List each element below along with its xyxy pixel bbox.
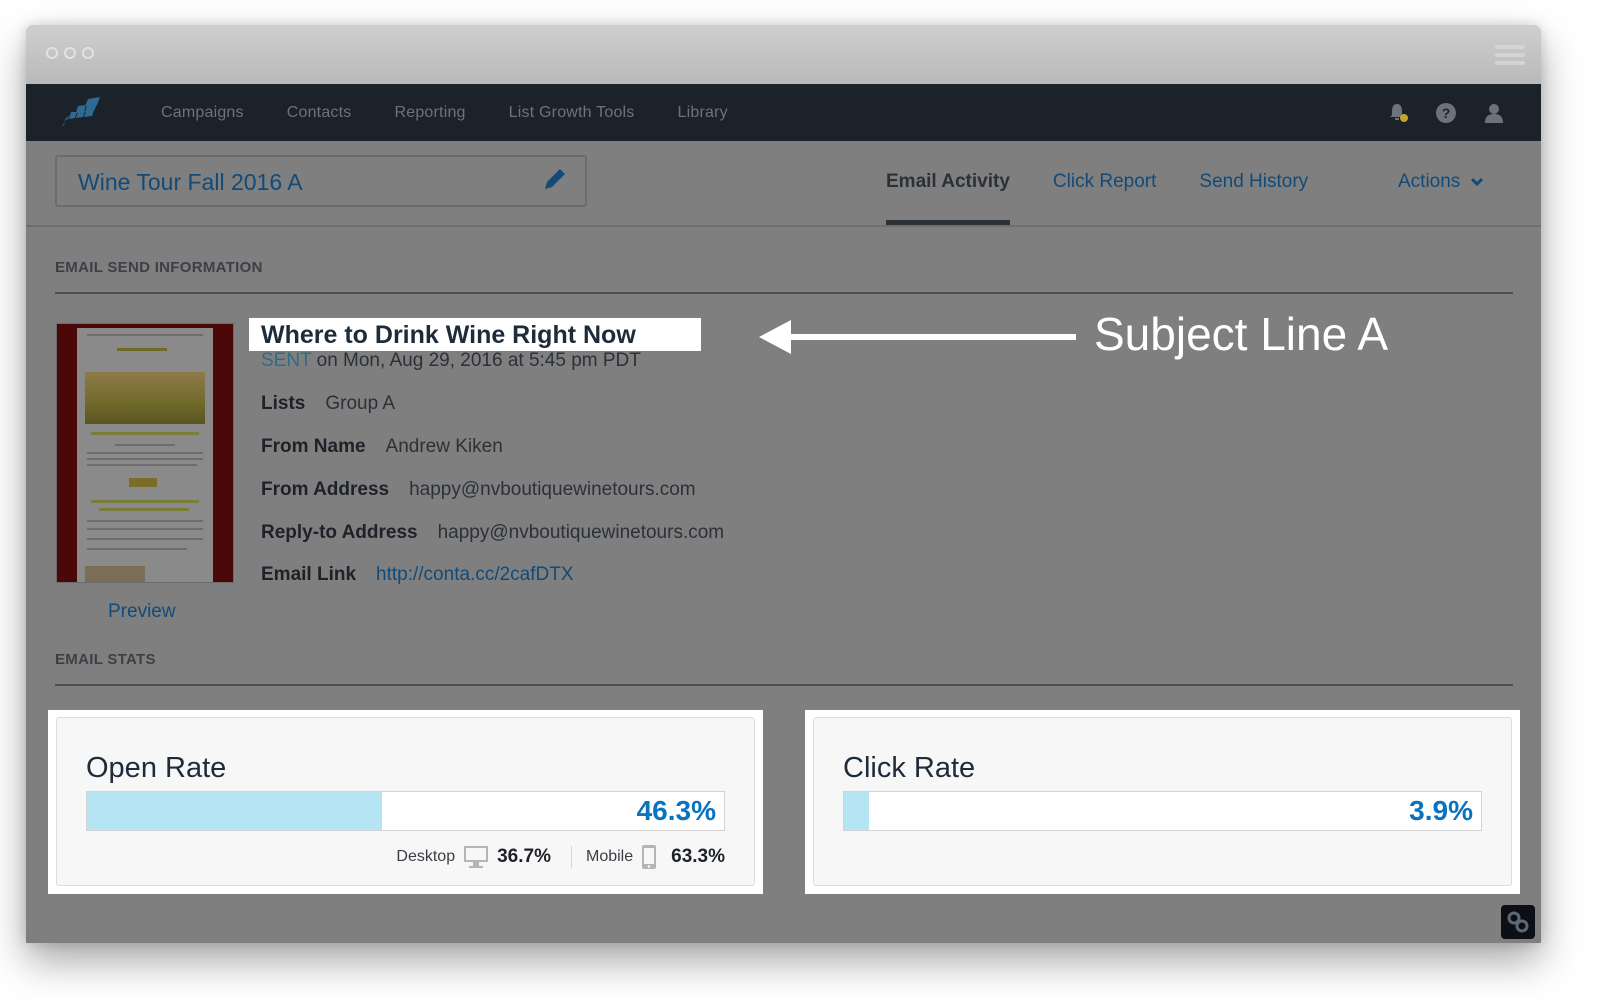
subject-line-highlight: Where to Drink Wine Right Now <box>249 318 701 351</box>
desktop-label: Desktop <box>396 848 456 865</box>
desktop-icon <box>464 846 489 868</box>
divider <box>570 846 572 868</box>
email-link[interactable]: http://conta.cc/2cafDTX <box>376 564 573 585</box>
sent-date: on Mon, Aug 29, 2016 at 5:45 pm PDT <box>311 350 641 371</box>
section-label-email-stats: EMAIL STATS <box>55 651 156 668</box>
click-rate-bar: 3.9% <box>843 791 1482 831</box>
nav-item-contacts[interactable]: Contacts <box>287 104 352 122</box>
annotation-label: Subject Line A <box>1094 308 1389 360</box>
click-rate-value: 3.9% <box>1409 795 1473 826</box>
divider <box>55 292 1513 294</box>
actions-dropdown[interactable]: Actions <box>1398 171 1484 193</box>
link-icon <box>1507 911 1529 933</box>
nav-item-list-growth-tools[interactable]: List Growth Tools <box>509 104 635 122</box>
device-breakdown: Desktop 36.7% Mobile 63.3% <box>396 844 725 870</box>
top-navigation: Campaigns Contacts Reporting List Growth… <box>26 84 1541 141</box>
chevron-down-icon <box>1471 177 1484 187</box>
window-titlebar <box>26 25 1541 84</box>
open-rate-value: 46.3% <box>636 795 716 826</box>
nav-item-library[interactable]: Library <box>678 104 728 122</box>
click-rate-title: Click Rate <box>843 752 976 784</box>
report-tabs: Email Activity Click Report Send History <box>886 141 1351 225</box>
thumbnail-photo <box>85 372 205 424</box>
actions-label: Actions <box>1398 171 1461 192</box>
bell-icon[interactable] <box>1387 102 1409 124</box>
click-rate-card: Click Rate 3.9% <box>805 710 1520 894</box>
help-icon[interactable]: ? <box>1435 102 1457 124</box>
app-window: Campaigns Contacts Reporting List Growth… <box>26 25 1541 943</box>
tab-click-report[interactable]: Click Report <box>1053 141 1156 193</box>
pencil-icon[interactable] <box>543 167 567 191</box>
info-row-email-link: Email Link http://conta.cc/2cafDTX <box>261 564 574 585</box>
open-rate-bar-fill <box>87 792 382 830</box>
window-controls <box>46 47 94 59</box>
nav-item-reporting[interactable]: Reporting <box>394 104 465 122</box>
subject-line: Where to Drink Wine Right Now <box>261 321 636 349</box>
minimize-window-button[interactable] <box>64 47 76 59</box>
open-rate-card: Open Rate 46.3% Desktop 36.7% Mobile 63.… <box>48 710 763 894</box>
annotation-arrow-icon <box>759 320 1076 354</box>
info-row-reply-to-address: Reply-to Address happy@nvboutiquewinetour… <box>261 522 725 543</box>
section-label-send-info: EMAIL SEND INFORMATION <box>55 259 263 276</box>
logo-icon[interactable] <box>60 97 106 127</box>
email-thumbnail[interactable] <box>56 323 234 583</box>
user-icon[interactable] <box>1483 102 1505 124</box>
open-rate-bar: 46.3% <box>86 791 725 831</box>
desktop-value: 36.7% <box>497 846 551 867</box>
close-window-button[interactable] <box>46 47 58 59</box>
tab-email-activity[interactable]: Email Activity <box>886 141 1010 225</box>
link-chain-button[interactable] <box>1501 905 1535 939</box>
nav-icons: ? <box>1387 84 1505 141</box>
info-row-from-name: From Name Andrew Kiken <box>261 436 503 457</box>
tab-send-history[interactable]: Send History <box>1199 141 1308 193</box>
click-rate-bar-fill <box>844 792 869 830</box>
mobile-icon <box>642 845 657 869</box>
mobile-value: 63.3% <box>671 846 725 867</box>
campaign-name-field[interactable]: Wine Tour Fall 2016 A <box>55 155 587 207</box>
mobile-label: Mobile <box>585 848 634 865</box>
divider <box>55 684 1513 686</box>
nav-menu: Campaigns Contacts Reporting List Growth… <box>161 84 728 141</box>
svg-text:?: ? <box>1442 105 1451 121</box>
campaign-name: Wine Tour Fall 2016 A <box>78 169 303 195</box>
campaign-header: Wine Tour Fall 2016 A Email Activity Cli… <box>26 141 1541 227</box>
hamburger-menu-icon[interactable] <box>1495 45 1525 69</box>
info-row-from-address: From Address happy@nvboutiquewinetours.co… <box>261 479 696 500</box>
open-rate-title: Open Rate <box>86 752 227 784</box>
maximize-window-button[interactable] <box>82 47 94 59</box>
info-row-lists: Lists Group A <box>261 393 396 414</box>
sent-status: SENT on Mon, Aug 29, 2016 at 5:45 pm PDT <box>261 350 641 372</box>
sent-badge: SENT <box>261 350 312 371</box>
preview-link[interactable]: Preview <box>108 601 176 623</box>
nav-item-campaigns[interactable]: Campaigns <box>161 104 244 122</box>
